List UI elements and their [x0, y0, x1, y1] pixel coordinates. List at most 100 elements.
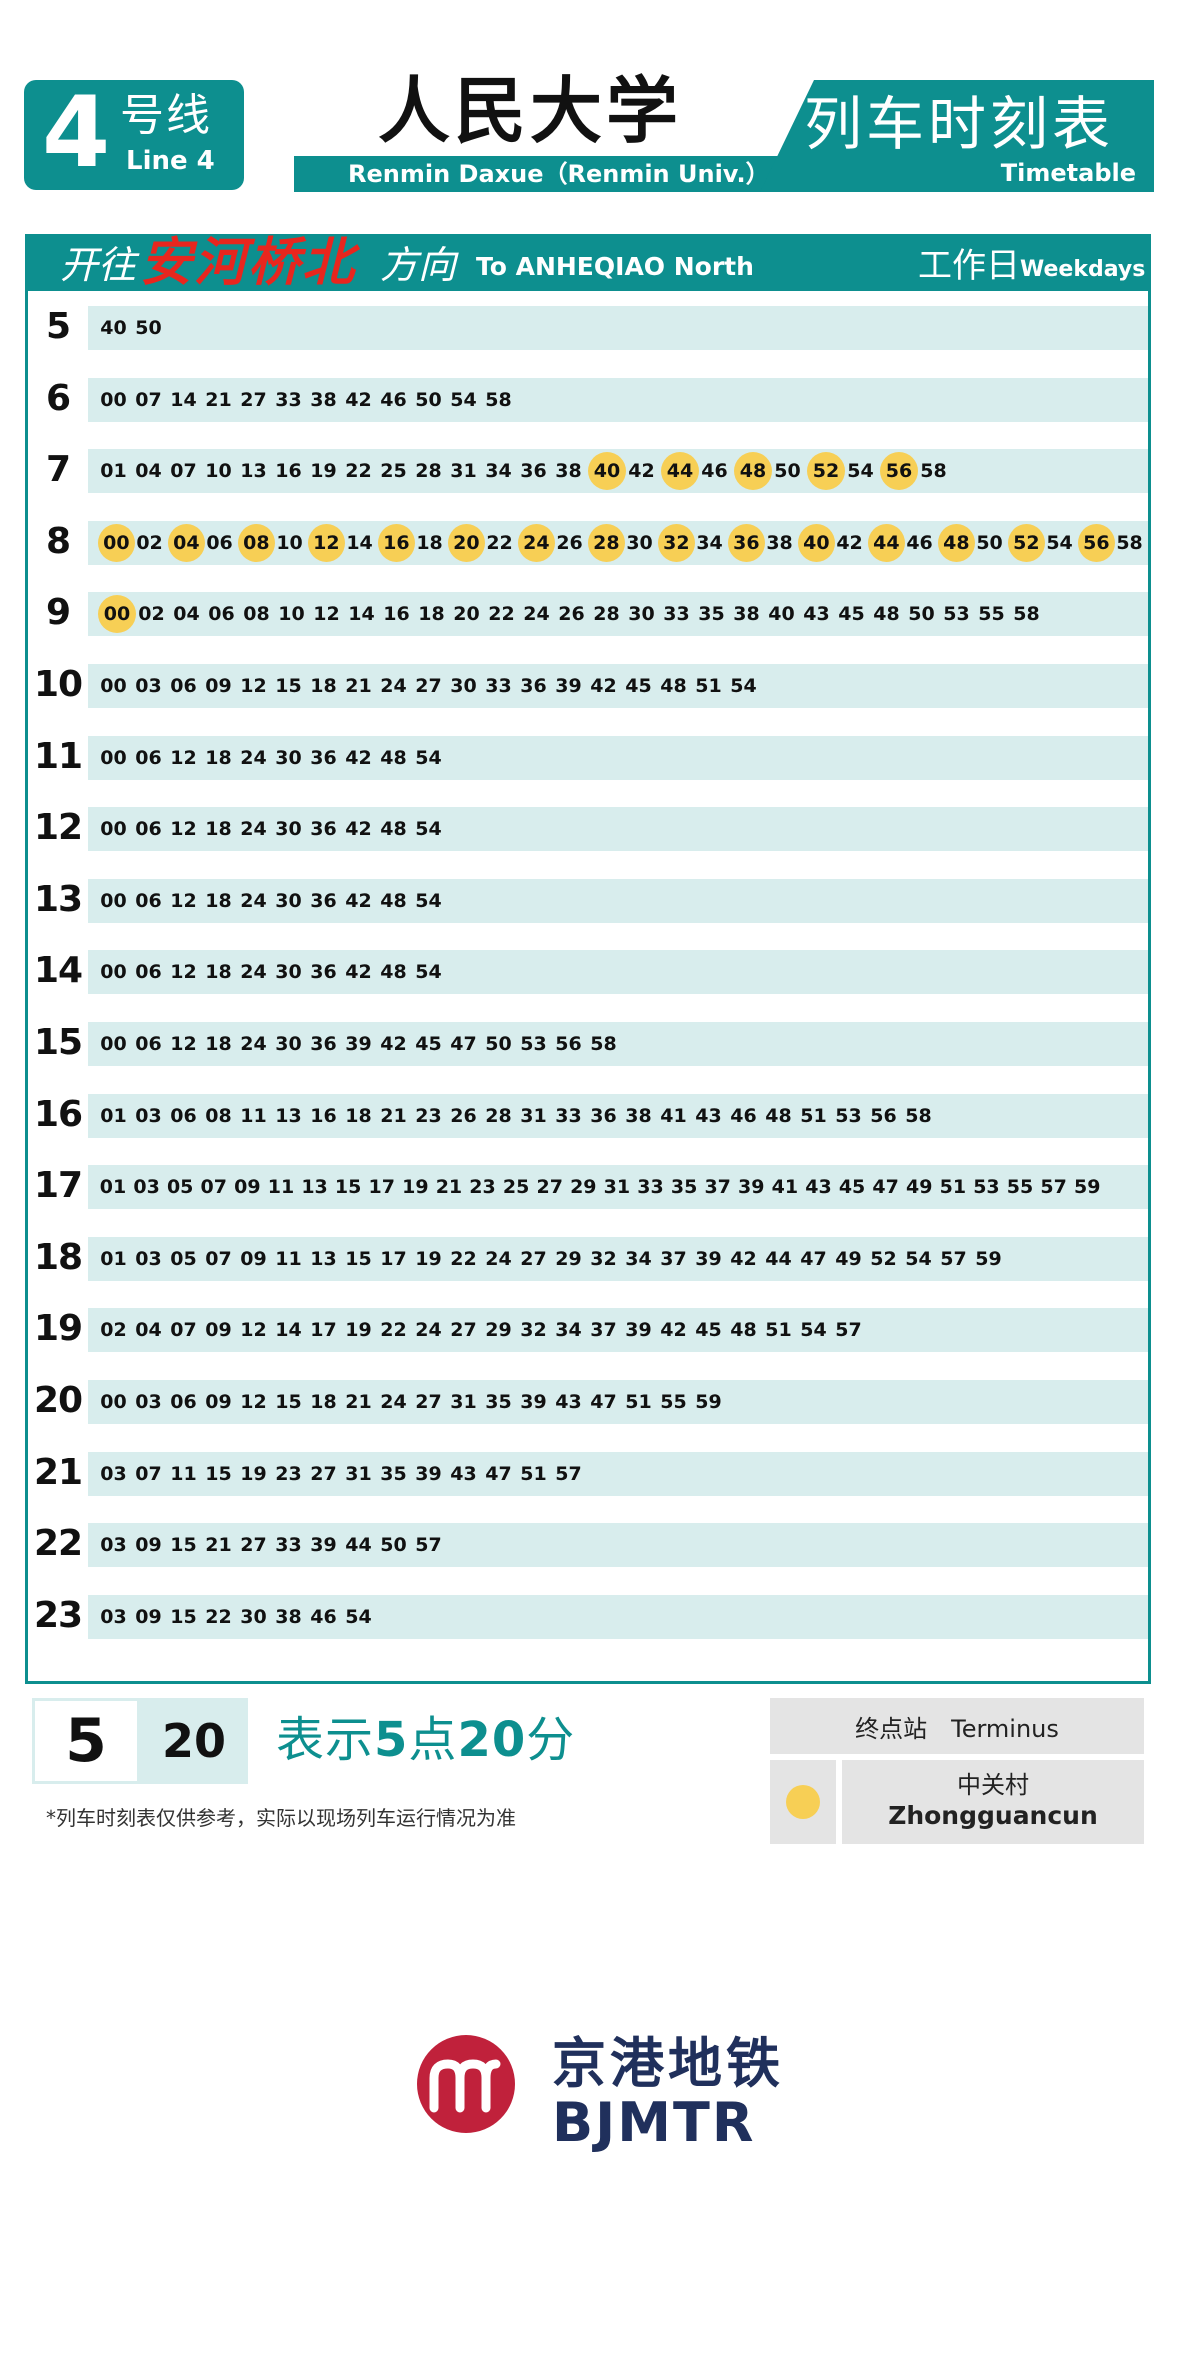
- departure-minute: 34: [485, 460, 512, 483]
- departure-minute: 09: [234, 1176, 261, 1199]
- departure-minute: 39: [738, 1176, 765, 1199]
- direction-destination-en: To ANHEQIAO North: [476, 252, 754, 281]
- departure-minute: 56: [870, 1104, 897, 1127]
- terminus-departure-minute: 40: [588, 452, 626, 491]
- schedule-row: 15 00 06 12 18 24 30 36 39 42 45 47 50 53 56 58: [28, 1007, 1148, 1078]
- terminus-departure-minute: 44: [868, 523, 905, 562]
- departure-minute: 06: [208, 603, 235, 626]
- departure-minute: 01: [100, 1104, 127, 1127]
- departure-minute: 12: [170, 889, 197, 912]
- terminus-departure-minute: 20: [448, 523, 485, 562]
- departure-minute: 53: [520, 1033, 547, 1055]
- departure-minute: 38: [275, 1605, 302, 1628]
- departure-minute: 49: [906, 1176, 933, 1199]
- departure-minute: 12: [240, 675, 267, 697]
- departure-minute: 37: [704, 1176, 731, 1199]
- departure-minute: 05: [170, 1247, 197, 1270]
- terminus-departure-minute: 44: [661, 452, 699, 491]
- departure-minute: 03: [135, 1104, 162, 1127]
- departure-minute: 26: [556, 531, 583, 554]
- departure-minute: 15: [275, 1391, 302, 1413]
- departure-minute: 34: [625, 1247, 652, 1270]
- departure-minute: 24: [240, 961, 267, 984]
- departure-minute: 00: [100, 818, 127, 841]
- departure-minute: 34: [696, 531, 723, 554]
- departure-minute: 36: [520, 675, 547, 697]
- minutes-band: 00 07 14 21 27 33 38 42 46 50 54 58: [88, 377, 1148, 422]
- departure-minute: 28: [415, 460, 442, 483]
- schedule-row: 16 01 03 06 08 11 13 16 18 21 23 26 28 31 33 36 38 41 43 46…: [28, 1079, 1148, 1150]
- departure-minute: 27: [415, 675, 442, 697]
- departure-minute: 34: [555, 1319, 582, 1342]
- departure-minute: 42: [660, 1319, 687, 1342]
- departure-minute: 39: [345, 1033, 372, 1055]
- departure-minute: 42: [345, 746, 372, 769]
- day-type-en: Weekdays: [1020, 257, 1146, 282]
- hour-label: 22: [33, 1523, 83, 1565]
- departure-minute: 46: [310, 1605, 337, 1628]
- departure-minute: 26: [558, 603, 585, 626]
- departure-minute: 48: [380, 746, 407, 769]
- departure-minute: 39: [520, 1391, 547, 1413]
- departure-minute: 57: [835, 1319, 862, 1342]
- departure-minute: 21: [380, 1104, 407, 1127]
- direction-prefix: 开往: [60, 243, 137, 287]
- departure-minute: 39: [310, 1534, 337, 1557]
- departure-minute: 43: [450, 1462, 477, 1485]
- departure-minute: 54: [415, 746, 442, 769]
- logo-text-en: BJMTR: [552, 2091, 756, 2154]
- departure-minute: 18: [416, 531, 443, 554]
- hour-label: 17: [33, 1165, 83, 1207]
- departure-minute: 40: [100, 317, 127, 339]
- minutes-band: 00 03 06 09 12 15 18 21 24 27 31 35 39 43 47 51 55 59: [88, 1380, 1148, 1424]
- departure-minute: 14: [348, 603, 375, 626]
- hour-label: 20: [33, 1380, 83, 1421]
- departure-minute: 13: [275, 1104, 302, 1127]
- departure-minute: 33: [663, 603, 690, 626]
- departure-minute: 43: [695, 1104, 722, 1127]
- departure-minute: 53: [943, 603, 970, 626]
- departure-minute: 51: [625, 1391, 652, 1413]
- departure-minute: 31: [450, 460, 477, 483]
- departure-minute: 37: [590, 1319, 617, 1342]
- departure-minute: 16: [275, 460, 302, 483]
- schedule-row: 5 40 50: [28, 291, 1148, 362]
- departure-minute: 07: [200, 1176, 227, 1199]
- departure-minute: 30: [275, 818, 302, 841]
- departure-minute: 18: [205, 1033, 232, 1055]
- departure-minute: 47: [590, 1391, 617, 1413]
- timetable-title-en: Timetable: [1000, 159, 1136, 187]
- departure-minute: 44: [765, 1247, 792, 1270]
- departure-minute: 41: [660, 1104, 687, 1127]
- departure-minute: 55: [978, 603, 1005, 626]
- terminus-departure-minute: 40: [798, 523, 835, 562]
- minutes-band: 03 09 15 22 30 38 46 54: [88, 1594, 1148, 1639]
- departure-minute: 18: [205, 746, 232, 769]
- terminus-departure-minute: 56: [880, 452, 918, 491]
- departure-minute: 58: [1116, 531, 1143, 554]
- departure-minute: 50: [380, 1534, 407, 1557]
- minutes-band: 00 02 04 06 08 10 12 14 16 18 20 22 24 26 28 30 32 34 36 38…: [88, 520, 1148, 565]
- departure-minute: 38: [310, 388, 337, 411]
- departure-minute: 55: [1006, 1176, 1034, 1199]
- departure-minute: 54: [415, 818, 442, 841]
- departure-minute: 24: [240, 889, 267, 912]
- departure-minute: 19: [310, 460, 337, 483]
- departure-minute: 11: [275, 1247, 302, 1270]
- departure-minute: 36: [310, 889, 337, 912]
- departure-minute: 06: [170, 1104, 197, 1127]
- departure-minute: 27: [520, 1247, 547, 1270]
- station-name-cn: 人民大学: [377, 69, 682, 153]
- departure-minute: 31: [450, 1391, 477, 1413]
- minutes-band: 02 04 07 09 12 14 17 19 22 24 27 29 32 34 37 39 42 45 48 51…: [88, 1308, 1148, 1353]
- terminus-departure-minute: 32: [658, 523, 695, 562]
- example-mid: 点: [408, 1712, 458, 1768]
- departure-minute: 24: [240, 746, 267, 769]
- departure-minute: 23: [415, 1104, 442, 1127]
- departure-minute: 27: [450, 1319, 477, 1342]
- disclaimer-note: *列车时刻表仅供参考，实际以现场列车运行情况为准: [46, 1806, 516, 1830]
- departure-minute: 25: [502, 1176, 530, 1199]
- terminus-departure-minute: 16: [378, 523, 415, 562]
- departure-minute: 21: [205, 1534, 232, 1557]
- departure-minute: 24: [240, 818, 267, 841]
